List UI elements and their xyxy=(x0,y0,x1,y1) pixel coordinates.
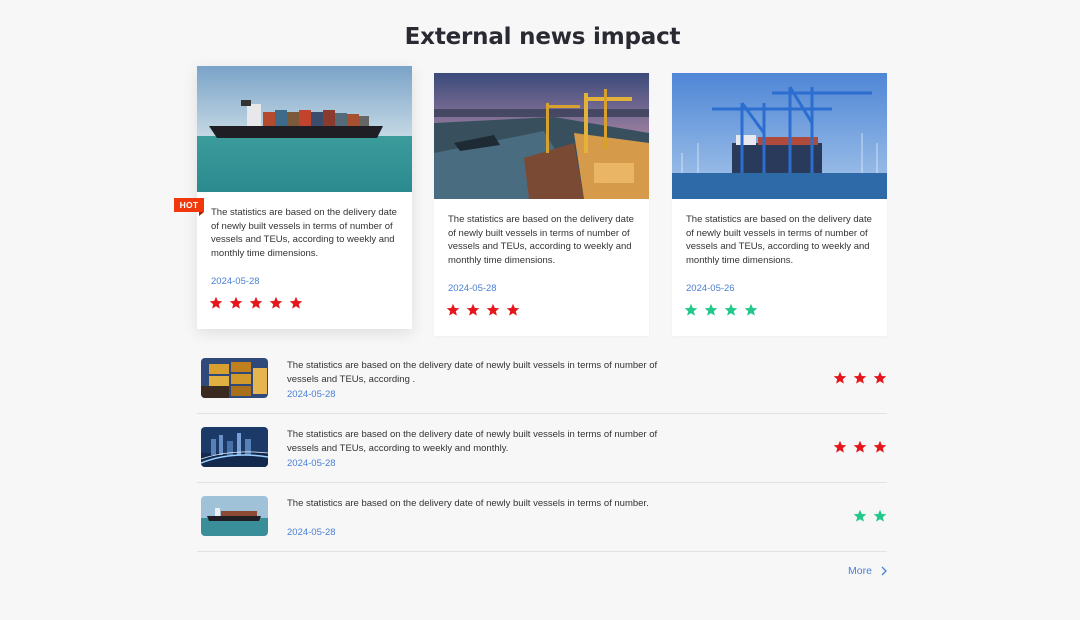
list-item-text: The statistics are based on the delivery… xyxy=(287,498,649,509)
star-rating xyxy=(672,294,887,317)
hot-badge: HOT xyxy=(174,198,204,216)
star-icon xyxy=(853,440,867,453)
star-icon xyxy=(853,371,867,384)
card-text: The statistics are based on the delivery… xyxy=(448,214,634,266)
containers-thumbnail xyxy=(201,358,268,398)
star-icon xyxy=(873,440,887,453)
star-icon xyxy=(466,303,480,316)
news-list: The statistics are based on the delivery… xyxy=(197,345,887,552)
featured-card-2[interactable]: The statistics are based on the delivery… xyxy=(434,73,649,336)
star-icon xyxy=(289,296,303,309)
star-icon xyxy=(833,440,847,453)
list-item-text: The statistics are based on the delivery… xyxy=(287,360,658,385)
star-icon xyxy=(833,371,847,384)
star-icon xyxy=(853,509,867,522)
card-text: The statistics are based on the delivery… xyxy=(686,214,872,266)
star-icon xyxy=(486,303,500,316)
star-rating xyxy=(853,509,887,523)
card-date: 2024-05-28 xyxy=(211,276,260,287)
star-icon xyxy=(446,303,460,316)
featured-cards: The statistics are based on the delivery… xyxy=(0,0,1080,340)
star-icon xyxy=(209,296,223,309)
star-rating xyxy=(833,371,887,385)
featured-card-3[interactable]: The statistics are based on the delivery… xyxy=(672,73,887,336)
list-item-date: 2024-05-28 xyxy=(287,389,336,400)
star-icon xyxy=(873,509,887,522)
list-item-text: The statistics are based on the delivery… xyxy=(287,429,658,454)
star-icon xyxy=(229,296,243,309)
star-icon xyxy=(249,296,263,309)
list-item-date: 2024-05-28 xyxy=(287,458,336,469)
container-ship-sea-image xyxy=(197,66,412,192)
card-text: The statistics are based on the delivery… xyxy=(211,207,397,259)
chevron-right-icon xyxy=(881,566,887,576)
star-rating xyxy=(197,287,412,310)
star-icon xyxy=(269,296,283,309)
star-icon xyxy=(506,303,520,316)
city-night-thumbnail xyxy=(201,427,268,467)
more-label: More xyxy=(848,565,872,577)
star-icon xyxy=(744,303,758,316)
card-date: 2024-05-28 xyxy=(448,283,497,294)
ship-thumbnail xyxy=(201,496,268,536)
star-icon xyxy=(704,303,718,316)
more-link[interactable]: More xyxy=(848,565,888,577)
star-rating xyxy=(833,440,887,454)
star-icon xyxy=(873,371,887,384)
card-date: 2024-05-26 xyxy=(686,283,735,294)
star-icon xyxy=(684,303,698,316)
list-item-date: 2024-05-28 xyxy=(287,527,336,538)
list-item[interactable]: The statistics are based on the delivery… xyxy=(197,345,887,414)
list-item[interactable]: The statistics are based on the delivery… xyxy=(197,483,887,552)
featured-card-1[interactable]: The statistics are based on the delivery… xyxy=(197,66,412,329)
port-cranes-image xyxy=(672,73,887,199)
star-rating xyxy=(434,294,649,317)
list-item[interactable]: The statistics are based on the delivery… xyxy=(197,414,887,483)
port-sunset-image xyxy=(434,73,649,199)
star-icon xyxy=(724,303,738,316)
